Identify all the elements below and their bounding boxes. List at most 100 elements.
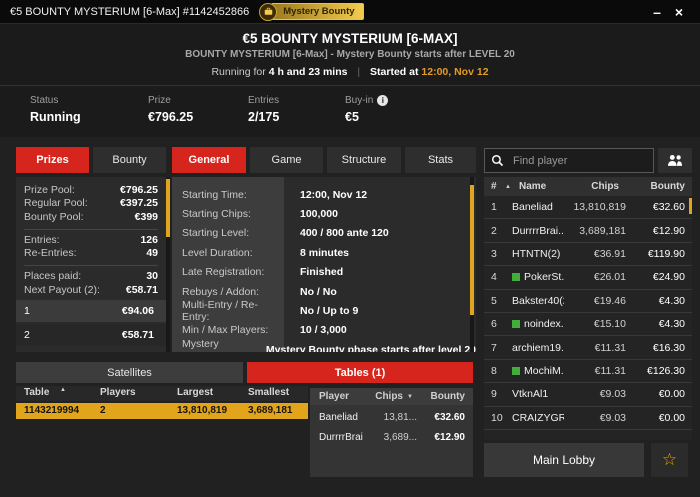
divider [24, 228, 158, 230]
table-row-selected[interactable]: 1143219994 2 13,810,819 3,689,181 [16, 403, 308, 419]
player-column-header[interactable]: Player [310, 391, 363, 402]
players-table: 1 Baneliad 13,810,819 €32.60 2 DurrrrBra… [484, 196, 692, 440]
table-detail-row[interactable]: Baneliad 13,81... €32.60 [310, 410, 473, 425]
buyin-item: Buy-in i €5 [345, 95, 389, 124]
tab-satellites[interactable]: Satellites [16, 362, 243, 383]
players-table-header: # ▲ Name Chips Bounty [484, 177, 692, 196]
player-row[interactable]: 1 Baneliad 13,810,819 €32.60 [484, 196, 692, 220]
tab-game[interactable]: Game [250, 147, 323, 173]
prize-value: €796.25 [148, 110, 194, 124]
tournament-header: €5 BOUNTY MYSTERIUM [6-MAX] BOUNTY MYSTE… [0, 24, 700, 86]
chips-column-header[interactable]: Chips [363, 391, 403, 402]
window-title: €5 BOUNTY MYSTERIUM [6-Max] #1142452866 [10, 5, 250, 18]
player-row[interactable]: 5 Bakster40(2) €19.46 €4.30 [484, 290, 692, 313]
player-row[interactable]: 10 CRAIZYGR17 €9.03 €0.00 [484, 407, 692, 430]
prizes-panel: Prize Pool: €796.25 Regular Pool: €397.2… [16, 177, 170, 352]
started-at-label: Started at [370, 66, 419, 78]
minimize-button[interactable]: – [646, 1, 668, 23]
level-duration-row: Level Duration: 8 minutes [182, 246, 350, 259]
tab-bounty[interactable]: Bounty [93, 147, 166, 173]
info-scrollbar-thumb[interactable] [470, 185, 474, 315]
player-row[interactable]: 3 HTNTN(2) €36.91 €119.90 [484, 243, 692, 267]
search-icon [491, 154, 504, 167]
player-row[interactable]: 6 noindex... €15.10 €4.30 [484, 313, 692, 337]
player-row[interactable]: 8 MochiM... €11.31 €126.30 [484, 360, 692, 384]
name-column-header[interactable]: Name [519, 181, 557, 192]
running-for-value: 4 h and 23 mins [268, 66, 348, 78]
briefcase-icon [259, 2, 278, 21]
tournament-lobby-window: €5 BOUNTY MYSTERIUM [6-Max] #1142452866 … [0, 0, 700, 497]
places-paid-row: Places paid: 30 [24, 270, 158, 283]
next-payout-row: Next Payout (2): €58.71 [24, 283, 158, 296]
mystery-bounty-badge: Mystery Bounty [259, 2, 364, 21]
players-column-header[interactable]: Players [100, 387, 136, 398]
largest-column-header[interactable]: Largest [177, 387, 213, 398]
status-bar: Status Running Prize €796.25 Entries 2/1… [0, 86, 700, 137]
player-row[interactable]: 9 VtknAl1 €9.03 €0.00 [484, 383, 692, 407]
starting-chips-row: Starting Chips: 100,000 [182, 208, 338, 221]
sort-desc-icon[interactable]: ▼ [403, 394, 417, 400]
starting-level-row: Starting Level: 400 / 800 ante 120 [182, 227, 389, 240]
player-note-marker [512, 366, 520, 375]
buyin-value: €5 [345, 110, 359, 124]
star-icon: ☆ [661, 450, 678, 469]
timing-separator: | [357, 66, 361, 78]
chips-column-header[interactable]: Chips [557, 181, 619, 192]
close-button[interactable]: × [668, 1, 690, 23]
favorite-button[interactable]: ☆ [651, 443, 688, 477]
player-row[interactable]: 7 archiem19... €11.31 €16.30 [484, 336, 692, 360]
tournament-title: €5 BOUNTY MYSTERIUM [6-MAX] [242, 31, 458, 46]
table-detail-header: Player Chips ▼ Bounty [310, 388, 473, 405]
tab-general[interactable]: General [172, 147, 246, 173]
started-at-value: 12:00, Nov 12 [421, 66, 489, 78]
people-icon [666, 154, 684, 167]
prize-item: Prize €796.25 [148, 95, 193, 124]
entries-value: 2/175 [248, 110, 280, 124]
status-value: Running [30, 110, 81, 124]
players-list-button[interactable] [658, 148, 692, 173]
bounty-column-header[interactable]: Bounty [619, 181, 692, 192]
tables-list-header: Table ▲ Players Largest Smallest [16, 386, 308, 401]
find-player-search [484, 148, 657, 173]
payout-row-2[interactable]: 2 €58.71 [16, 324, 166, 346]
bounty-column-header[interactable]: Bounty [417, 391, 473, 402]
info-icon[interactable]: i [377, 95, 389, 106]
tab-tables[interactable]: Tables (1) [247, 362, 473, 383]
sort-asc-icon[interactable]: ▲ [505, 184, 519, 190]
table-detail-row[interactable]: DurrrrBrainzUK 3,689... €12.90 [310, 430, 473, 445]
status-item: Status Running [30, 95, 81, 124]
tab-structure[interactable]: Structure [327, 147, 401, 173]
player-row[interactable]: 2 DurrrrBrai... 3,689,181 €12.90 [484, 219, 692, 243]
bounty-pool-row: Bounty Pool: €399 [24, 210, 158, 223]
titlebar: €5 BOUNTY MYSTERIUM [6-Max] #1142452866 … [0, 0, 700, 24]
running-for-label: Running for [211, 66, 266, 78]
entries-label: Entries [248, 95, 280, 106]
player-note-marker [512, 273, 520, 282]
regular-pool-row: Regular Pool: €397.25 [24, 197, 158, 210]
tab-stats[interactable]: Stats [405, 147, 476, 173]
table-detail-panel: Player Chips ▼ Bounty Baneliad 13,81... … [310, 388, 473, 477]
entries-item: Entries 2/175 [248, 95, 279, 124]
smallest-column-header[interactable]: Smallest [248, 387, 289, 398]
main-lobby-button[interactable]: Main Lobby [484, 443, 644, 477]
players-scrollbar-thumb[interactable] [689, 198, 692, 214]
general-info-panel: Starting Time: 12:00, Nov 12 Starting Ch… [172, 177, 476, 352]
search-input[interactable] [511, 153, 657, 168]
sort-asc-icon[interactable]: ▲ [60, 387, 66, 393]
late-registration-row: Late Registration: Finished [182, 266, 344, 279]
tab-prizes[interactable]: Prizes [16, 147, 89, 173]
mystery-bounty-row: Mystery Bounty: Mystery Bounty phase sta… [182, 337, 476, 352]
status-label: Status [30, 95, 59, 106]
player-note-marker [512, 320, 520, 329]
re-entries-row: Re-Entries: 49 [24, 247, 158, 260]
tournament-timing: Running for 4 h and 23 mins | Started at… [0, 66, 700, 78]
payout-row-1[interactable]: 1 €94.06 [16, 300, 166, 322]
player-row[interactable]: 4 PokerSt... €26.01 €24.90 [484, 266, 692, 290]
mystery-bounty-badge-label: Mystery Bounty [271, 3, 364, 20]
divider [24, 265, 158, 267]
prize-label: Prize [148, 95, 171, 106]
table-column-header[interactable]: Table [24, 387, 49, 398]
rank-column-header[interactable]: # [484, 181, 505, 192]
prize-pool-row: Prize Pool: €796.25 [24, 184, 158, 196]
prizes-scrollbar-thumb[interactable] [166, 179, 170, 237]
